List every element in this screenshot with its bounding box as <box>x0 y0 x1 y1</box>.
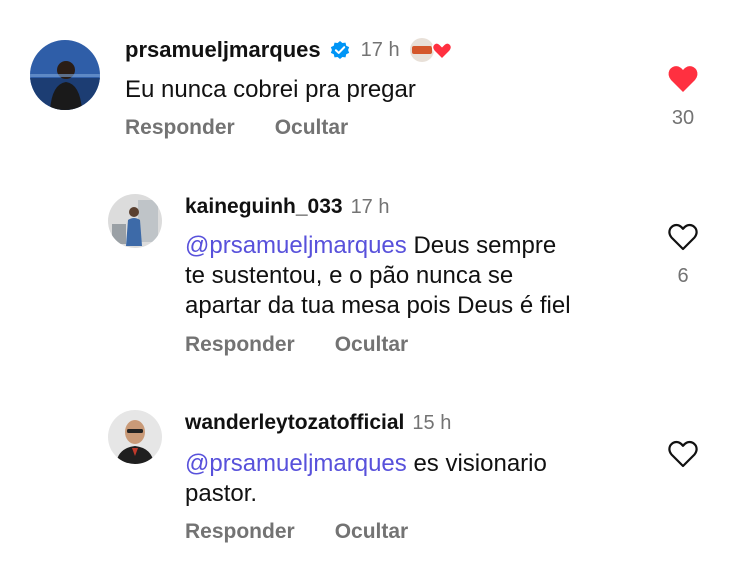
mention-link[interactable]: @prsamueljmarques <box>185 450 407 477</box>
creator-liked-heart-icon <box>408 37 454 63</box>
avatar[interactable] <box>108 194 162 248</box>
username[interactable]: kaineguinh_033 <box>185 195 343 219</box>
heart-outline-icon[interactable] <box>667 222 699 257</box>
avatar[interactable] <box>108 410 162 464</box>
verified-badge-icon <box>329 39 351 61</box>
like-control: 6 <box>653 222 713 288</box>
avatar[interactable] <box>30 40 100 110</box>
heart-filled-icon[interactable] <box>667 64 699 99</box>
comment-2: kaineguinh_033 17 h @prsamueljmarques De… <box>0 160 735 380</box>
timestamp: 17 h <box>360 38 400 61</box>
hide-button[interactable]: Ocultar <box>335 520 409 544</box>
comment-1: prsamueljmarques 17 h Eu nunca cobrei pr… <box>0 0 735 160</box>
timestamp: 17 h <box>350 195 390 218</box>
heart-outline-icon[interactable] <box>667 439 699 474</box>
hide-button[interactable]: Ocultar <box>335 333 409 357</box>
hide-button[interactable]: Ocultar <box>275 116 349 140</box>
like-count: 30 <box>671 107 695 129</box>
timestamp: 15 h <box>412 411 452 434</box>
like-control <box>653 439 713 474</box>
username[interactable]: wanderleytozatofficial <box>185 411 404 435</box>
reply-button[interactable]: Responder <box>125 116 235 140</box>
mention-link[interactable]: @prsamueljmarques <box>185 232 407 259</box>
reply-button[interactable]: Responder <box>185 333 295 357</box>
comment-text: @prsamueljmarques es visionario pastor. <box>185 450 547 507</box>
like-count: 6 <box>677 265 689 287</box>
comment-3: wanderleytozatofficial 15 h @prsamueljma… <box>0 380 735 570</box>
comment-text: @prsamueljmarques Deus sempre te sustent… <box>185 232 571 319</box>
username[interactable]: prsamueljmarques <box>125 37 321 63</box>
comment-text: Eu nunca cobrei pra pregar <box>125 76 416 103</box>
like-control: 30 <box>653 64 713 130</box>
reply-button[interactable]: Responder <box>185 520 295 544</box>
